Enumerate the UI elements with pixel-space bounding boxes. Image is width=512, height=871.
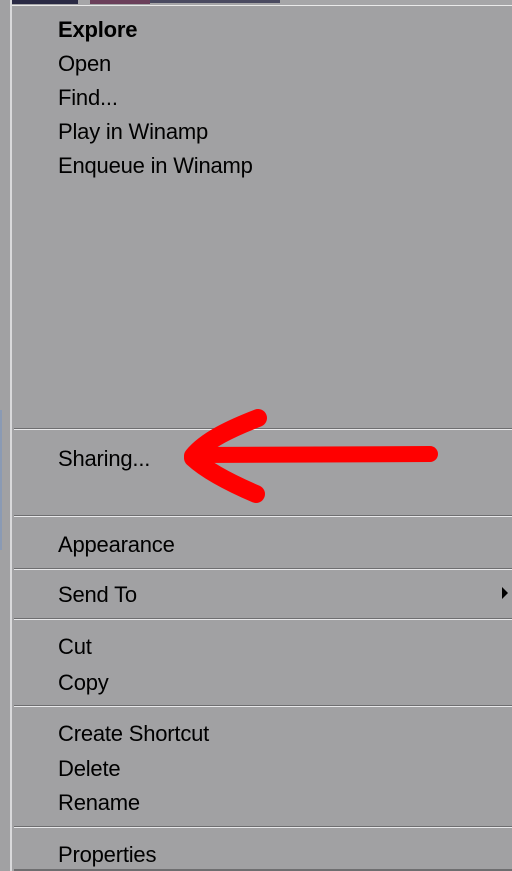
menu-separator: [14, 705, 512, 707]
menu-item-rename[interactable]: Rename: [58, 790, 140, 816]
left-accent-line: [0, 410, 2, 550]
menu-item-enqueue-in-winamp[interactable]: Enqueue in Winamp: [58, 153, 253, 179]
top-edge-segment: [90, 0, 150, 4]
menu-item-play-in-winamp[interactable]: Play in Winamp: [58, 119, 208, 145]
menu-separator: [14, 826, 512, 828]
menu-item-appearance[interactable]: Appearance: [58, 532, 175, 558]
menu-item-properties[interactable]: Properties: [58, 842, 156, 868]
context-menu: Explore Open Find... Play in Winamp Enqu…: [0, 0, 512, 871]
menu-separator: [14, 515, 512, 517]
menu-item-cut[interactable]: Cut: [58, 634, 92, 660]
submenu-arrow-icon: [502, 587, 508, 599]
menu-item-copy[interactable]: Copy: [58, 670, 109, 696]
top-highlight: [0, 5, 512, 6]
menu-item-delete[interactable]: Delete: [58, 756, 121, 782]
menu-item-send-to[interactable]: Send To: [58, 582, 137, 608]
menu-item-create-shortcut[interactable]: Create Shortcut: [58, 721, 209, 747]
left-highlight: [10, 0, 12, 871]
menu-item-sharing[interactable]: Sharing...: [58, 446, 150, 472]
top-edge-segment: [150, 0, 280, 3]
menu-separator: [14, 568, 512, 570]
menu-item-explore[interactable]: Explore: [58, 17, 137, 43]
menu-separator: [14, 428, 512, 430]
menu-item-find[interactable]: Find...: [58, 85, 118, 111]
menu-top-edge: [0, 0, 512, 6]
menu-item-open[interactable]: Open: [58, 51, 111, 77]
menu-separator: [14, 618, 512, 620]
